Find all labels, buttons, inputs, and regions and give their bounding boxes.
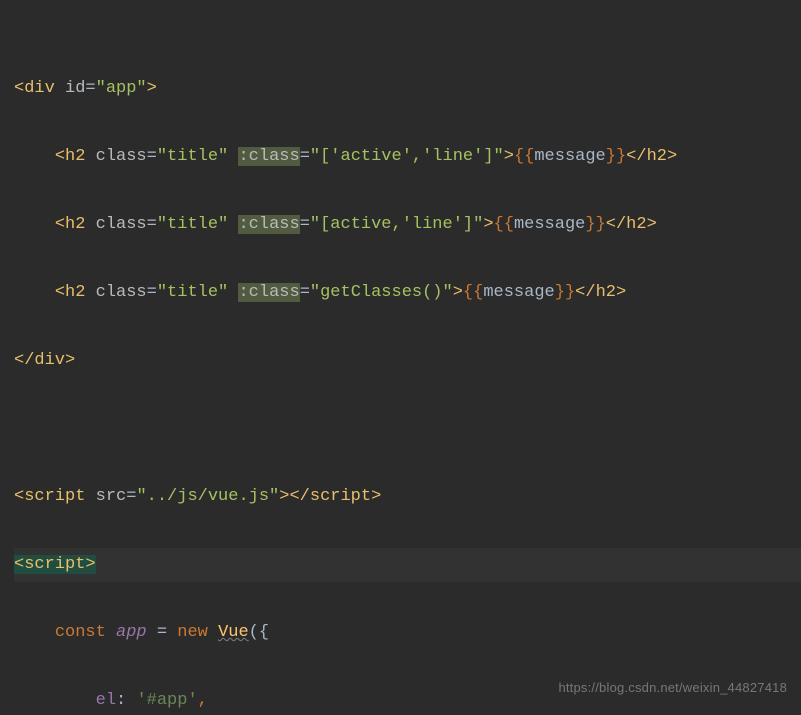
code-line: <h2 class="title" :class="[active,'line'…	[14, 208, 801, 242]
watermark-text: https://blog.csdn.net/weixin_44827418	[558, 671, 787, 705]
code-line: <script src="../js/vue.js"></script>	[14, 480, 801, 514]
code-line: <h2 class="title" :class="['active','lin…	[14, 140, 801, 174]
code-line: const app = new Vue({	[14, 616, 801, 650]
code-editor[interactable]: <div id="app"> <h2 class="title" :class=…	[0, 0, 801, 715]
code-line: <h2 class="title" :class="getClasses()">…	[14, 276, 801, 310]
code-line: <div id="app">	[14, 72, 801, 106]
code-line-current: <script>	[14, 548, 801, 582]
blank-line	[14, 412, 801, 446]
code-line: </div>	[14, 344, 801, 378]
